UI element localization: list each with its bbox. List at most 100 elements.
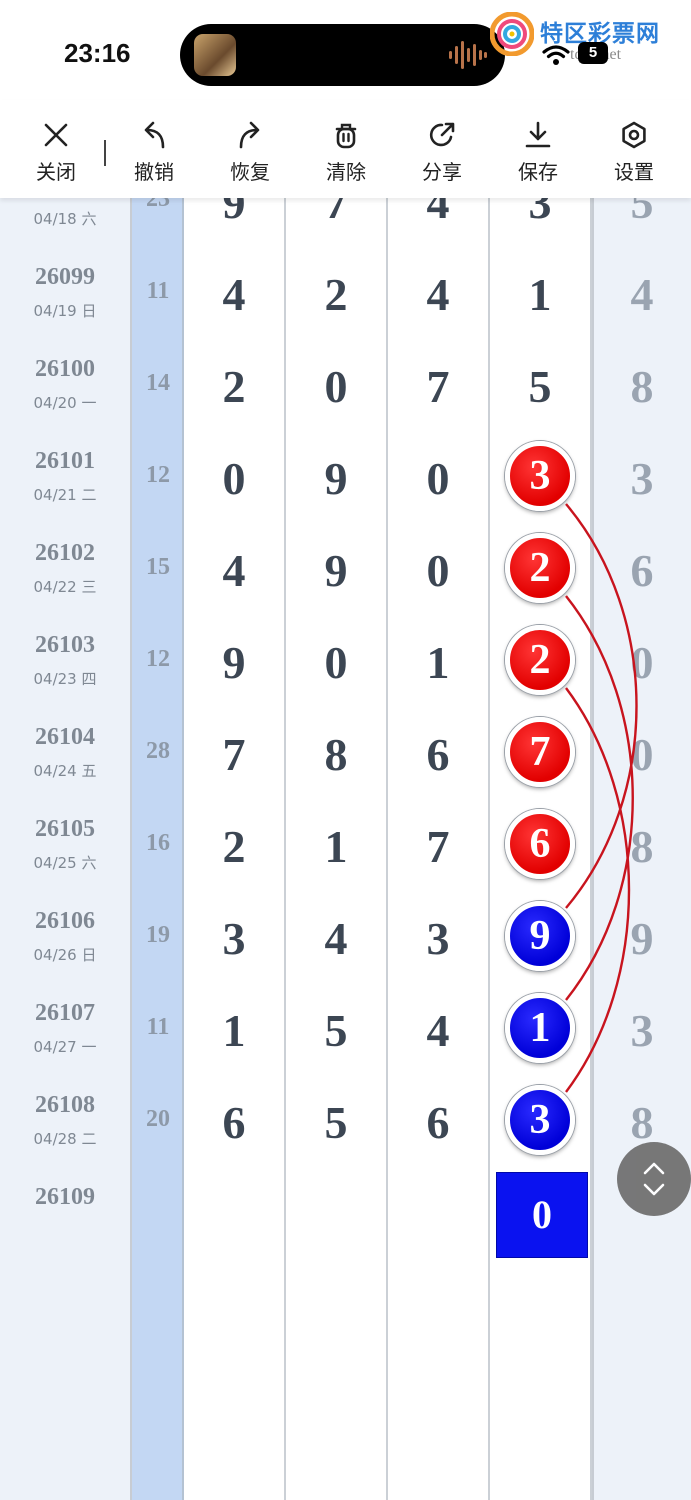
digit-value: 7 xyxy=(426,821,450,872)
table-row[interactable]: 26106 04/26 日 19 3 4 3 9 9 xyxy=(0,892,691,984)
table-row[interactable]: 26109 0 xyxy=(0,1168,691,1260)
red-ball[interactable]: 2 xyxy=(505,533,575,603)
digit-cell[interactable]: 3 xyxy=(490,432,592,524)
digit-cell[interactable] xyxy=(286,1168,388,1260)
trend-grid[interactable]: 04/18 六 23 9 7 43 5 26099 04/19 日 11 4 2… xyxy=(0,198,691,1500)
dynamic-island[interactable] xyxy=(180,24,505,86)
download-icon xyxy=(525,121,551,148)
digit-cell[interactable]: 1 xyxy=(286,800,388,892)
digit-cell[interactable]: 6 xyxy=(388,708,490,800)
digit-cell[interactable]: 4 xyxy=(388,248,490,340)
digit-cell[interactable] xyxy=(388,1168,490,1260)
digit-cell[interactable]: 9 xyxy=(184,616,286,708)
digit-cell[interactable] xyxy=(286,1260,388,1352)
table-row[interactable]: 26102 04/22 三 15 4 9 0 2 6 xyxy=(0,524,691,616)
table-row[interactable]: 26103 04/23 四 12 9 0 12 0 xyxy=(0,616,691,708)
digit-cell[interactable]: 5 xyxy=(286,984,388,1076)
prediction-box[interactable]: 0 xyxy=(496,1172,588,1258)
digit-cell[interactable]: 0 xyxy=(388,432,490,524)
blue-ball[interactable]: 1 xyxy=(505,993,575,1063)
red-ball[interactable]: 3 xyxy=(505,441,575,511)
digit-cell[interactable]: 7 xyxy=(184,708,286,800)
issue-date: 04/26 日 xyxy=(33,946,97,964)
digit-cell[interactable]: 1 xyxy=(490,984,592,1076)
table-row[interactable]: 26101 04/21 二 12 0 9 0 3 3 xyxy=(0,432,691,524)
next-cell: 4 xyxy=(592,248,691,340)
blue-ball[interactable]: 9 xyxy=(505,901,575,971)
red-ball[interactable]: 7 xyxy=(505,717,575,787)
digit-cell[interactable]: 4 xyxy=(388,984,490,1076)
digit-cell[interactable]: 6 xyxy=(490,800,592,892)
table-row[interactable]: 26104 04/24 五 28 7 8 6 7 0 xyxy=(0,708,691,800)
digit-cell[interactable] xyxy=(388,1352,490,1444)
digit-cell[interactable]: 4 xyxy=(286,892,388,984)
clear-button-label: 清除 xyxy=(326,160,366,184)
digit-cell[interactable]: 2 xyxy=(286,248,388,340)
digit-cell[interactable] xyxy=(490,1444,592,1500)
digit-cell[interactable]: 9 xyxy=(286,524,388,616)
digit-cell[interactable]: 7 xyxy=(388,340,490,432)
digit-cell[interactable]: 9 xyxy=(286,432,388,524)
digit-cell[interactable] xyxy=(388,1260,490,1352)
digit-cell[interactable]: 2 xyxy=(490,616,592,708)
table-row[interactable]: 26107 04/27 一 11 1 5 4 1 3 xyxy=(0,984,691,1076)
share-button[interactable]: 分享 xyxy=(407,120,477,190)
digit-cell[interactable] xyxy=(184,1352,286,1444)
digit-cell[interactable]: 1 xyxy=(490,248,592,340)
digit-cell[interactable]: 5 xyxy=(490,340,592,432)
digit-cell[interactable]: 4 xyxy=(184,248,286,340)
digit-cell[interactable]: 7 xyxy=(286,198,388,248)
digit-cell[interactable]: 3 xyxy=(490,198,592,248)
close-button[interactable]: 关闭 xyxy=(21,120,91,190)
clear-button[interactable]: 清除 xyxy=(311,120,381,190)
next-cell xyxy=(592,1352,691,1444)
digit-cell[interactable]: 0 xyxy=(388,524,490,616)
issue-number: 26102 xyxy=(35,540,95,566)
table-row[interactable]: 26099 04/19 日 11 4 2 4 1 4 xyxy=(0,248,691,340)
digit-cell[interactable]: 9 xyxy=(490,892,592,984)
digit-cell[interactable]: 9 xyxy=(184,198,286,248)
digit-cell[interactable]: 3 xyxy=(184,892,286,984)
digit-cell[interactable]: 7 xyxy=(490,708,592,800)
digit-cell[interactable] xyxy=(184,1260,286,1352)
settings-button[interactable]: 设置 xyxy=(599,120,669,190)
digit-cell[interactable]: 4 xyxy=(184,524,286,616)
red-ball[interactable]: 6 xyxy=(505,809,575,879)
digit-cell[interactable] xyxy=(388,1444,490,1500)
digit-cell[interactable]: 4 xyxy=(388,198,490,248)
digit-cell[interactable]: 0 xyxy=(490,1168,592,1260)
sum-cell: 20 xyxy=(132,1076,184,1168)
table-row[interactable]: 26100 04/20 一 14 2 0 7 5 8 xyxy=(0,340,691,432)
digit-cell[interactable]: 3 xyxy=(490,1076,592,1168)
digit-cell[interactable] xyxy=(490,1352,592,1444)
blue-ball[interactable]: 3 xyxy=(505,1085,575,1155)
undo-button[interactable]: 撤销 xyxy=(119,120,189,190)
save-button[interactable]: 保存 xyxy=(503,120,573,190)
digit-cell[interactable]: 6 xyxy=(184,1076,286,1168)
digit-cell[interactable]: 6 xyxy=(388,1076,490,1168)
digit-cell[interactable]: 1 xyxy=(388,616,490,708)
digit-cell[interactable] xyxy=(286,1352,388,1444)
issue-date: 04/22 三 xyxy=(33,578,97,596)
digit-cell[interactable]: 1 xyxy=(184,984,286,1076)
digit-cell[interactable]: 0 xyxy=(286,616,388,708)
digit-cell[interactable] xyxy=(490,1260,592,1352)
table-row[interactable]: 04/18 六 23 9 7 4 3 5 xyxy=(0,198,691,248)
digit-cell[interactable]: 7 xyxy=(388,800,490,892)
digit-cell[interactable]: 2 xyxy=(490,524,592,616)
digit-cell[interactable] xyxy=(184,1444,286,1500)
digit-cell[interactable]: 0 xyxy=(286,340,388,432)
scroll-toggle-button[interactable] xyxy=(617,1142,691,1216)
digit-cell[interactable]: 2 xyxy=(184,340,286,432)
table-row[interactable]: 26108 04/28 二 20 6 5 63 8 xyxy=(0,1076,691,1168)
digit-cell[interactable]: 2 xyxy=(184,800,286,892)
digit-cell[interactable]: 0 xyxy=(184,432,286,524)
digit-cell[interactable] xyxy=(184,1168,286,1260)
digit-cell[interactable] xyxy=(286,1444,388,1500)
redo-button[interactable]: 恢复 xyxy=(215,120,285,190)
table-row[interactable]: 26105 04/25 六 16 2 1 7 6 8 xyxy=(0,800,691,892)
digit-cell[interactable]: 8 xyxy=(286,708,388,800)
digit-cell[interactable]: 5 xyxy=(286,1076,388,1168)
digit-cell[interactable]: 3 xyxy=(388,892,490,984)
red-ball[interactable]: 2 xyxy=(505,625,575,695)
